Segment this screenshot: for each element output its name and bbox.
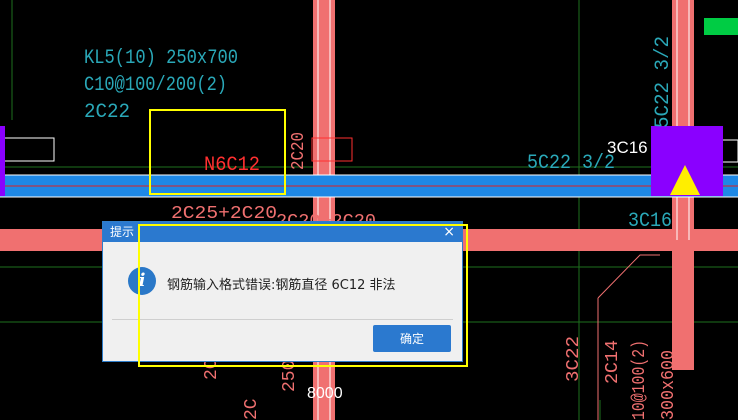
bottom-vertical-3c22: 3C22 [564,336,584,382]
dialog-divider [112,319,453,320]
bar-label-top-right-vertical: 5C22 3/2 [652,36,675,128]
dialog-message: 钢筋输入格式错误:钢筋直径 6C12 非法 [167,278,396,293]
left-vertical-c: 2C [242,398,262,420]
marker-label-3c16: 3C16 [607,138,648,157]
close-icon[interactable]: × [443,222,455,242]
invalid-rebar-text[interactable]: N6C12 [204,154,260,177]
green-block [704,18,738,35]
small-vertical-text: 2C20 [289,132,309,170]
purple-block-left [0,126,5,196]
column-beam-vertical-right[interactable] [672,0,694,240]
info-icon: i [128,267,156,295]
bar-label-right: 5C22 3/2 [527,152,615,175]
dimension-text: 8000 [307,385,343,402]
beam-label-line2: C10@100/200(2) [84,74,227,97]
bottom-vertical-stirrup: 10@100(2) [630,340,650,420]
dialog-title-bar[interactable]: 提示 × [103,222,462,242]
bar-label-3c16-lower: 3C16 [628,210,672,233]
bottom-vertical-section: 300x600 [659,350,679,420]
dialog-title: 提示 [110,225,135,239]
error-dialog: 提示 × i 钢筋输入格式错误:钢筋直径 6C12 非法 确定 [102,221,463,362]
ok-button[interactable]: 确定 [373,325,451,352]
beam-label-line3: 2C22 [84,101,130,124]
bottom-vertical-2c14: 2C14 [603,340,623,384]
beam-label-line1: KL5(10) 250x700 [84,47,238,70]
